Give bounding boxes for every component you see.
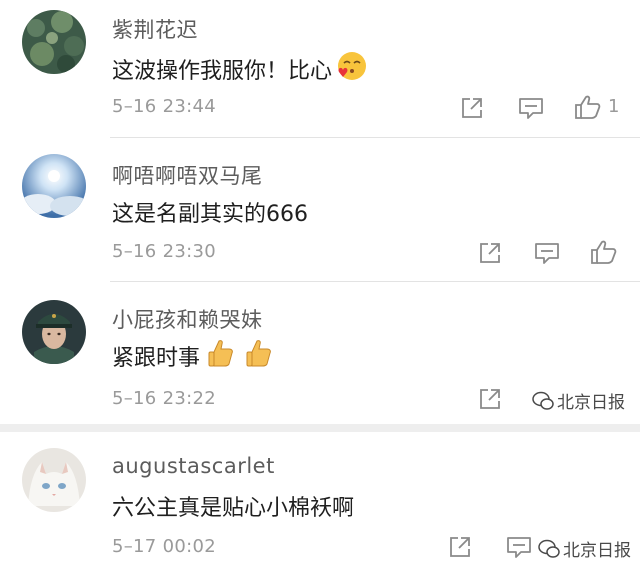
- comment-item: 紫荆花迟 这波操作我服你！比心 5–16 23:44 1: [0, 0, 640, 138]
- like-button[interactable]: [590, 239, 618, 265]
- comment-icon: [535, 243, 559, 264]
- thumbs-up-emoji-icon: [208, 338, 234, 374]
- comment-timestamp: 5–17 00:02: [112, 536, 216, 557]
- comment-username[interactable]: augustascarlet: [112, 454, 275, 478]
- share-button[interactable]: [478, 387, 502, 411]
- comment-icon: [507, 537, 531, 558]
- watermark: 北京日报: [538, 536, 631, 561]
- comment-button[interactable]: [534, 241, 560, 265]
- comment-text: 紧跟时事: [112, 338, 272, 374]
- comment-item: 啊唔啊唔双马尾 这是名副其实的666 5–16 23:30: [0, 138, 640, 282]
- thumbs-up-icon: [591, 240, 617, 264]
- share-icon: [480, 389, 500, 409]
- thumbs-up-icon: [575, 95, 601, 119]
- comment-timestamp: 5–16 23:22: [112, 388, 216, 409]
- comment-text: 这是名副其实的666: [112, 196, 308, 228]
- share-icon: [462, 98, 482, 118]
- watermark-text: 北京日报: [557, 393, 625, 413]
- comment-text-content: 紧跟时事: [112, 346, 201, 371]
- comment-timestamp: 5–16 23:44: [112, 96, 216, 117]
- avatar[interactable]: [22, 300, 86, 364]
- thumbs-up-emoji-icon: [246, 338, 272, 374]
- comment-icon: [519, 98, 543, 119]
- comment-item: augustascarlet 六公主真是贴心小棉袄啊 5–17 00:02 北京…: [0, 432, 640, 568]
- comment-text: 六公主真是贴心小棉袄啊: [112, 490, 354, 522]
- comment-item: 小屁孩和赖哭妹 紧跟时事 5–16 23:22 北京日报: [0, 282, 640, 424]
- wechat-icon: [532, 391, 554, 410]
- avatar[interactable]: [22, 448, 86, 512]
- share-button[interactable]: [460, 96, 484, 120]
- avatar[interactable]: [22, 10, 86, 74]
- comment-button[interactable]: [518, 96, 544, 120]
- comment-text: 这波操作我服你！比心: [112, 50, 368, 88]
- comment-username[interactable]: 啊唔啊唔双马尾: [112, 160, 263, 190]
- section-separator: [0, 424, 640, 432]
- wechat-icon: [538, 539, 560, 558]
- share-icon: [480, 243, 500, 263]
- comment-button[interactable]: [506, 535, 532, 559]
- comment-text-content: 六公主真是贴心小棉袄啊: [112, 496, 355, 521]
- comment-text-content: 这波操作我服你！比心: [112, 59, 333, 84]
- share-icon: [450, 537, 470, 557]
- comment-username[interactable]: 紫荆花迟: [112, 14, 198, 44]
- comment-text-content: 这是名副其实的666: [112, 202, 308, 227]
- kiss-heart-emoji-icon: [336, 50, 368, 88]
- like-button[interactable]: [574, 94, 602, 120]
- like-count: 1: [608, 96, 620, 117]
- watermark-text: 北京日报: [563, 541, 631, 561]
- share-button[interactable]: [478, 241, 502, 265]
- watermark: 北京日报: [532, 388, 625, 413]
- comment-timestamp: 5–16 23:30: [112, 241, 216, 262]
- avatar[interactable]: [22, 154, 86, 218]
- comment-username[interactable]: 小屁孩和赖哭妹: [112, 304, 263, 334]
- share-button[interactable]: [448, 535, 472, 559]
